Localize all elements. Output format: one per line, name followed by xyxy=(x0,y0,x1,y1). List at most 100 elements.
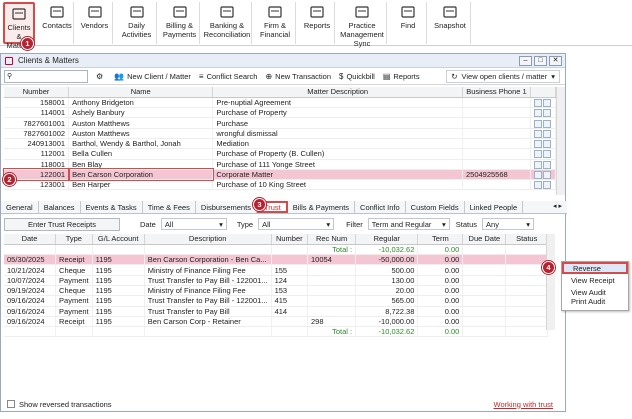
close-icon[interactable] xyxy=(542,98,551,107)
close-icon[interactable] xyxy=(542,129,551,138)
trust-row[interactable]: 05/30/2025 Receipt 1195 Ben Carson Corporat… xyxy=(4,254,548,266)
ribbon-bank-button[interactable]: Banking & Reconciliation xyxy=(203,2,252,44)
tab-scroll[interactable]: ◂ ▸ xyxy=(553,202,562,210)
matter-row[interactable]: 118001 Ben Blay Purchase of 111 Yonge Stre… xyxy=(4,159,557,170)
menu-item-reverse[interactable]: Reverse xyxy=(562,262,628,274)
settings-button[interactable]: ⚙ xyxy=(96,72,106,81)
trust-scrollbar[interactable] xyxy=(546,234,555,330)
edit-icon[interactable] xyxy=(533,181,542,189)
menu-item-print-audit[interactable]: Print Audit xyxy=(562,295,628,307)
tab-events-tasks[interactable]: Events & Tasks xyxy=(81,201,143,213)
row-actions[interactable] xyxy=(530,117,557,129)
matter-row[interactable]: 112001 Bella Cullen Purchase of Property (… xyxy=(4,148,557,160)
ribbon-billing-button[interactable]: Billing & Payments xyxy=(160,2,200,44)
row-actions[interactable] xyxy=(530,107,557,119)
tab-balances[interactable]: Balances xyxy=(39,201,81,213)
tab-time-fees[interactable]: Time & Fees xyxy=(143,201,196,213)
trust-row[interactable]: 09/16/2024 Payment 1195 Trust Transfer to P… xyxy=(4,295,548,307)
trust-col-header[interactable]: Number xyxy=(271,234,309,245)
close-icon[interactable] xyxy=(542,119,551,128)
type-dropdown[interactable]: All ▾ xyxy=(258,218,335,230)
edit-icon[interactable] xyxy=(533,109,542,117)
ribbon-contacts-button[interactable]: Contacts xyxy=(41,2,74,44)
ribbon-daily-activities-button[interactable]: Daily Activities xyxy=(117,2,157,44)
status-dropdown[interactable]: Any ▾ xyxy=(482,218,535,230)
edit-icon[interactable] xyxy=(533,140,542,148)
close-icon[interactable] xyxy=(542,150,551,159)
matter-row[interactable]: 123001 Ben Harper Purchase of 10 King Stre… xyxy=(4,179,557,191)
date-dropdown[interactable]: All ▾ xyxy=(160,218,227,230)
new-client-matter-button[interactable]: 👥 New Client / Matter xyxy=(114,72,191,81)
trust-col-header[interactable]: Description xyxy=(144,234,272,245)
row-actions[interactable] xyxy=(530,128,557,139)
minimize-button[interactable]: – xyxy=(519,56,532,66)
trust-col-header[interactable]: Date xyxy=(4,234,57,245)
matters-col-header[interactable]: Business Phone 1 xyxy=(462,87,531,98)
trust-col-header[interactable]: Rec Num xyxy=(307,234,357,245)
matters-col-header[interactable]: Number xyxy=(4,87,70,98)
tab-general[interactable]: General xyxy=(1,201,39,213)
row-actions[interactable] xyxy=(530,148,557,160)
matter-row[interactable]: 240913001 Barthol, Wendy & Barthol, Jonah… xyxy=(4,138,557,150)
ribbon-firm-button[interactable]: Firm & Financial xyxy=(255,2,296,44)
close-icon[interactable] xyxy=(542,181,551,189)
working-with-trust-link[interactable]: Working with trust xyxy=(494,400,553,409)
matters-scrollbar[interactable] xyxy=(556,87,565,195)
edit-icon[interactable] xyxy=(533,171,542,179)
search-input[interactable]: ⚲ xyxy=(4,69,88,83)
trust-row[interactable]: 09/16/2024 Payment 1195 Trust Transfer to P… xyxy=(4,306,548,317)
menu-item-view-receipt[interactable]: View Receipt xyxy=(562,274,628,286)
close-button[interactable]: ✕ xyxy=(549,56,562,66)
edit-icon[interactable] xyxy=(533,150,542,159)
matters-col-header[interactable]: Name xyxy=(68,87,214,98)
row-actions[interactable] xyxy=(530,97,557,109)
edit-icon[interactable] xyxy=(533,129,542,138)
ribbon-vendors-button[interactable]: Vendors xyxy=(77,2,113,44)
ribbon-camera-button[interactable]: Snapshot xyxy=(430,2,471,44)
tab-bills-payments[interactable]: Bills & Payments xyxy=(288,201,356,213)
trust-row[interactable]: 10/21/2024 Cheque 1195 Ministry of Finance … xyxy=(4,264,548,276)
matter-row[interactable]: 122001 Ben Carson Corporation Corporate Ma… xyxy=(3,168,557,181)
trust-row[interactable]: 10/07/2024 Payment 1195 Trust Transfer to P… xyxy=(4,275,548,286)
close-icon[interactable] xyxy=(542,140,551,148)
trust-row[interactable]: 09/16/2024 Receipt 1195 Ben Carson Corp - R… xyxy=(4,316,548,328)
row-actions[interactable] xyxy=(530,169,557,181)
trust-col-header[interactable]: Due Date xyxy=(462,234,507,245)
edit-icon[interactable] xyxy=(533,160,542,169)
quickbill-button[interactable]: $ Quickbill xyxy=(339,72,375,81)
ribbon-reports-button[interactable]: Reports xyxy=(300,2,335,44)
conflict-search-button[interactable]: ≡ Conflict Search xyxy=(199,72,258,81)
trust-col-header[interactable]: G/L Account xyxy=(92,234,145,245)
edit-icon[interactable] xyxy=(533,98,542,107)
edit-icon[interactable] xyxy=(533,119,542,128)
matter-row[interactable]: 158001 Anthony Bridgeton Pre-nuptial Agree… xyxy=(4,97,557,109)
trust-col-header[interactable]: Type xyxy=(55,234,93,245)
new-transaction-button[interactable]: ⊕ New Transaction xyxy=(265,72,331,81)
trust-col-header[interactable]: Status xyxy=(505,234,548,245)
trust-col-header[interactable]: Term xyxy=(417,234,464,245)
tab-custom-fields[interactable]: Custom Fields xyxy=(406,201,465,213)
trust-row[interactable]: 09/19/2024 Cheque 1195 Ministry of Finance … xyxy=(4,285,548,297)
tab-disbursements[interactable]: Disbursements xyxy=(196,201,257,213)
row-actions[interactable] xyxy=(530,179,557,191)
show-reversed-checkbox[interactable] xyxy=(7,400,15,408)
filter-dropdown[interactable]: Term and Regular ▾ xyxy=(367,218,450,230)
tab-linked-people[interactable]: Linked People xyxy=(465,201,524,213)
row-actions[interactable] xyxy=(530,138,557,150)
view-selector[interactable]: ↻ View open clients / matter ▾ xyxy=(446,70,560,83)
ribbon-sync-button[interactable]: Practice Management Sync xyxy=(338,2,387,48)
close-icon[interactable] xyxy=(542,171,551,179)
row-actions[interactable] xyxy=(530,159,557,170)
reports-button[interactable]: ▤ Reports xyxy=(383,72,420,81)
maximize-button[interactable]: □ xyxy=(534,56,547,66)
matter-row[interactable]: 7827601002 Auston Matthews wrongful dismis… xyxy=(4,128,557,139)
tab-conflict-info[interactable]: Conflict Info xyxy=(355,201,406,213)
matter-row[interactable]: 7827601001 Auston Matthews Purchase xyxy=(4,117,557,129)
matter-row[interactable]: 114001 Ashely Banbury Purchase of Property xyxy=(4,107,557,119)
enter-trust-receipts-button[interactable]: Enter Trust Receipts xyxy=(4,217,120,231)
trust-col-header[interactable]: Regular xyxy=(355,234,419,245)
close-icon[interactable] xyxy=(542,160,551,169)
matters-col-header[interactable]: Matter Description xyxy=(212,87,463,98)
close-icon[interactable] xyxy=(542,109,551,117)
ribbon-search-button[interactable]: Find xyxy=(390,2,427,44)
